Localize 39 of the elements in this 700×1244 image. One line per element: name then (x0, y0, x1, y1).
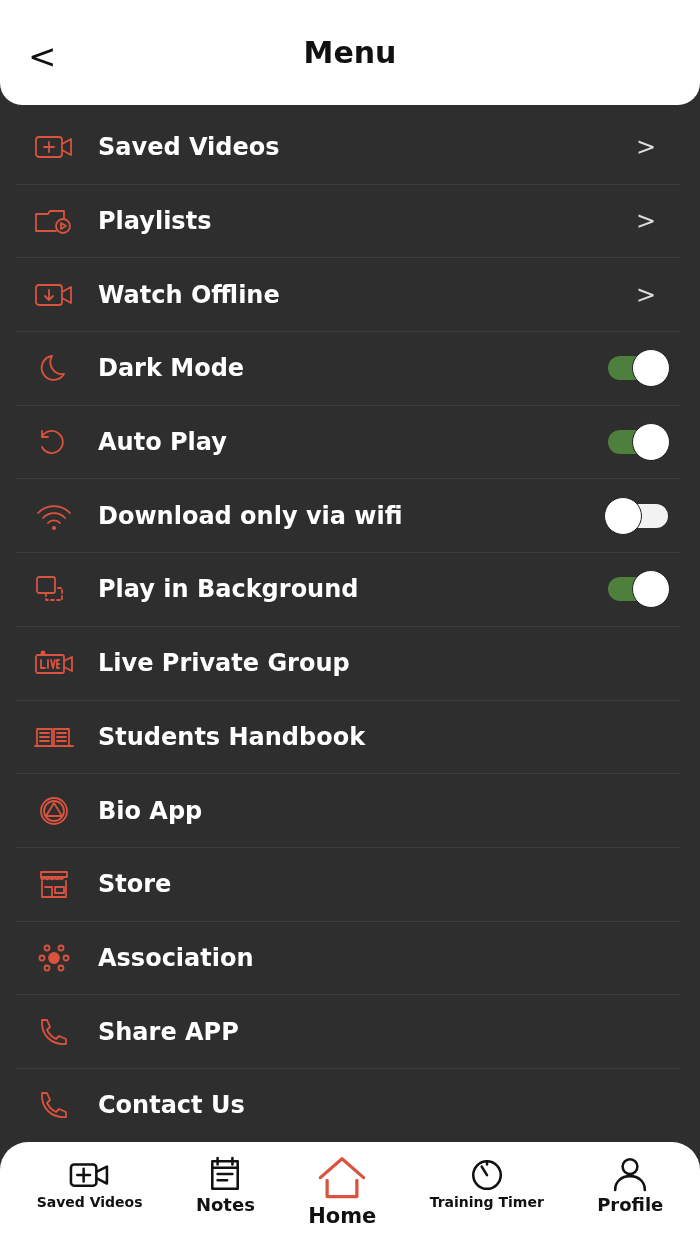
menu-item-label: Saved Videos (98, 133, 281, 162)
menu-item[interactable]: Bio App (16, 774, 680, 848)
menu-item-label: Contact Us (98, 1091, 246, 1120)
menu-item-label: Dark Mode (98, 354, 246, 383)
tab-item[interactable]: Notes (191, 1151, 259, 1219)
menu-item[interactable]: Auto Play (16, 405, 680, 480)
chevron-icon: > (635, 207, 656, 236)
menu-item-label: Association (98, 943, 255, 972)
menu-item[interactable]: Live Private Group (16, 626, 680, 701)
page-title: Menu (303, 35, 397, 70)
menu-item-label: Download only via wifi (98, 501, 404, 530)
menu-item[interactable]: Dark Mode (16, 332, 680, 406)
tab-item[interactable]: Profile (593, 1151, 668, 1219)
menu-item-label: Live Private Group (98, 649, 351, 678)
menu-item[interactable]: Contact Us (16, 1068, 680, 1142)
menu-item[interactable]: Association (16, 921, 680, 996)
back-button[interactable]: < (22, 36, 63, 76)
menu-item-label: Store (98, 870, 173, 899)
menu-item-label: Share APP (98, 1017, 240, 1046)
menu-item[interactable]: Saved Videos > (16, 111, 680, 185)
menu-item[interactable]: Watch Offline > (16, 258, 680, 333)
tab-item[interactable]: Saved Videos (32, 1151, 147, 1214)
tab-item[interactable]: Training Timer (425, 1151, 548, 1214)
menu-item[interactable]: Store (16, 847, 680, 922)
tab-item[interactable]: Home (304, 1151, 381, 1232)
menu-item[interactable]: Playlists > (16, 184, 680, 259)
menu-item-label: Playlists (98, 207, 213, 236)
chevron-icon: > (635, 133, 656, 162)
menu-item[interactable]: Share APP (16, 995, 680, 1069)
menu-item[interactable]: Play in Background (16, 553, 680, 627)
menu-item-label: Bio App (98, 796, 204, 825)
menu-item-label: Play in Background (98, 575, 360, 604)
menu-item-label: Auto Play (98, 428, 228, 457)
chevron-icon: > (635, 280, 656, 309)
toggle-switch[interactable] (604, 496, 670, 535)
menu-item-label: Students Handbook (98, 722, 367, 751)
menu-item-label: Watch Offline (98, 280, 281, 309)
menu-item[interactable]: Download only via wifi (16, 479, 680, 554)
menu-item[interactable]: Students Handbook (16, 700, 680, 775)
